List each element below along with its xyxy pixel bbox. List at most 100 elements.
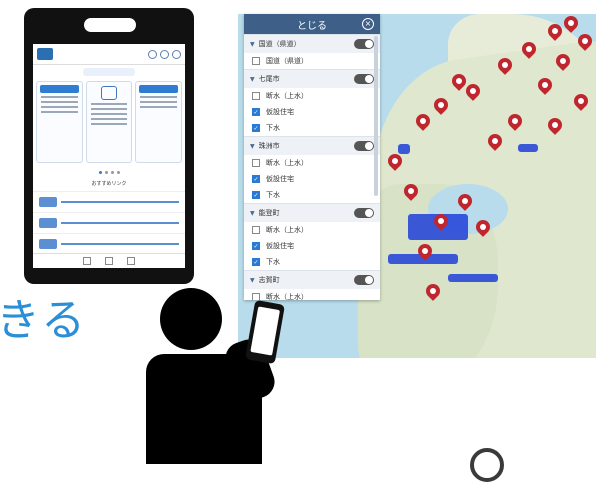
service-icon [101,86,117,100]
layer-item-label: 下水 [266,124,280,132]
map-pin[interactable] [561,14,581,34]
map-pin[interactable] [519,39,539,60]
layer-item-label: 仮設住宅 [266,108,294,116]
service-card-left[interactable] [36,81,83,163]
link-item[interactable] [33,212,185,233]
map-pin[interactable] [485,131,505,152]
app-logo [37,48,53,60]
checkbox[interactable] [252,293,260,300]
mail-icon[interactable] [105,257,113,265]
layer-item-label: 下水 [266,191,280,199]
layer-item[interactable]: ✓ 下水 [244,187,380,203]
map-pin[interactable] [575,31,595,52]
service-card-right[interactable] [135,81,183,163]
map-pin[interactable] [473,217,493,238]
close-icon[interactable]: × [362,18,374,30]
chevron-down-icon: ▼ [250,142,255,150]
layer-item-label: 国道（県道） [266,57,308,65]
layer-group-shika[interactable]: ▼ 志賀町 [244,270,380,289]
map-pin[interactable] [431,95,451,116]
layer-item[interactable]: ✓ 仮設住宅 [244,104,380,120]
layer-panel: とじる × ▼ 国道（県道） 国道（県道） ▼ 七尾市 断水（上水） ✓ 仮設住… [244,14,380,300]
user-icon[interactable] [160,49,169,59]
recommended-links-title: おすすめリンク [91,181,127,187]
service-card-center[interactable] [85,81,133,163]
map-pin[interactable] [415,241,435,262]
partial-number-graphic [470,448,504,482]
layer-item[interactable]: 国道（県道） [244,53,380,69]
layer-item-label: 断水（上水） [266,226,308,234]
layer-item[interactable]: ✓ 下水 [244,120,380,136]
map-pin[interactable] [413,111,433,132]
layer-toggle[interactable] [354,74,374,84]
checkbox[interactable]: ✓ [252,175,260,183]
map-pin[interactable] [535,75,555,96]
layer-toggle[interactable] [354,39,374,49]
settings-icon[interactable] [127,257,135,265]
map-pin[interactable] [571,91,591,112]
layer-item[interactable]: 断水（上水） [244,222,380,238]
layer-toggle[interactable] [354,141,374,151]
panel-close-label[interactable]: とじる [297,17,327,32]
checkbox[interactable] [252,226,260,234]
app-header [33,44,185,65]
bottom-nav [33,253,185,268]
link-item[interactable] [33,191,185,212]
caption-text: きる [0,295,88,346]
phone-screen: おすすめリンク [33,44,185,268]
checkbox[interactable]: ✓ [252,258,260,266]
map-pin[interactable] [431,211,451,232]
checkbox[interactable]: ✓ [252,124,260,132]
map-pin[interactable] [449,71,469,92]
checkbox[interactable] [252,159,260,167]
checkbox[interactable] [252,92,260,100]
card-row [33,79,185,165]
checkbox[interactable]: ✓ [252,242,260,250]
app-header-icons [148,49,181,59]
map-pin[interactable] [505,111,525,132]
map-pin[interactable] [423,281,443,302]
map-pin[interactable] [545,21,565,42]
checkbox[interactable]: ✓ [252,191,260,199]
flood-area [448,274,498,282]
layer-item[interactable]: ✓ 下水 [244,254,380,270]
phone-speaker [84,18,136,32]
layer-item[interactable]: 断水（上水） [244,289,380,300]
search-icon[interactable] [172,49,181,59]
chevron-down-icon: ▼ [250,75,255,83]
map-pin[interactable] [495,55,515,76]
layer-group-nanao[interactable]: ▼ 七尾市 [244,69,380,88]
layer-item[interactable]: 断水（上水） [244,88,380,104]
layer-group-suzu[interactable]: ▼ 珠洲市 [244,136,380,155]
flood-area [398,144,410,154]
layer-item-label: 仮設住宅 [266,242,294,250]
map-pin[interactable] [385,151,405,172]
chevron-down-icon: ▼ [250,276,255,284]
scrollbar[interactable] [374,36,378,196]
panel-header[interactable]: とじる × [244,14,380,34]
layer-toggle[interactable] [354,208,374,218]
map-pin[interactable] [463,81,483,102]
menu-icon[interactable] [148,49,157,59]
layer-item[interactable]: 断水（上水） [244,155,380,171]
checkbox[interactable] [252,57,260,65]
layer-group-noto[interactable]: ▼ 能登町 [244,203,380,222]
flood-area [518,144,538,152]
chevron-down-icon: ▼ [250,209,255,217]
map-pin[interactable] [553,51,573,72]
link-item[interactable] [33,233,185,254]
layer-toggle[interactable] [354,275,374,285]
map-pin[interactable] [545,115,565,136]
map-pin[interactable] [401,181,421,202]
map-pin[interactable] [455,191,475,212]
layer-group-label: 志賀町 [258,276,280,284]
layer-item[interactable]: ✓ 仮設住宅 [244,171,380,187]
home-icon[interactable] [83,257,91,265]
layer-item[interactable]: ✓ 仮設住宅 [244,238,380,254]
layer-item-label: 断水（上水） [266,293,308,300]
layer-group-national-road[interactable]: ▼ 国道（県道） [244,34,380,53]
chevron-down-icon: ▼ [250,40,255,48]
carousel-dots[interactable] [33,171,185,174]
top-chip[interactable] [83,68,135,76]
checkbox[interactable]: ✓ [252,108,260,116]
